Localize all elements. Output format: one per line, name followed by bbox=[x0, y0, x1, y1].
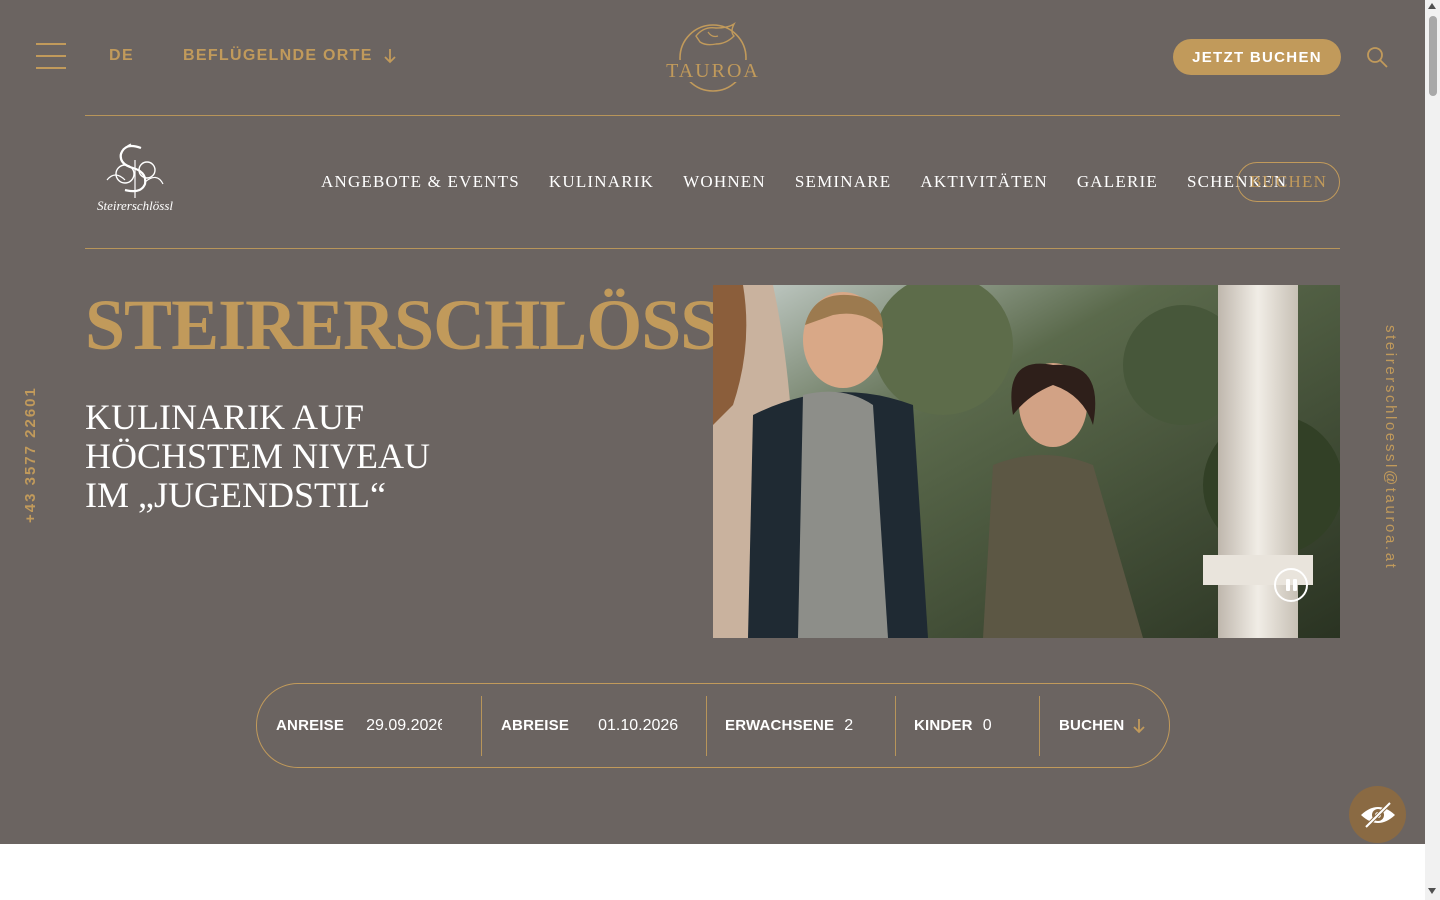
nav-item-wohnen[interactable]: WOHNEN bbox=[683, 172, 766, 192]
hotel-logo-text: Steirerschlössl bbox=[96, 198, 174, 213]
subtitle-line: IM „JUGENDSTIL“ bbox=[85, 475, 386, 515]
children-input[interactable]: 0 bbox=[983, 717, 992, 735]
scrollbar[interactable] bbox=[1425, 0, 1440, 900]
nav-item-angebote[interactable]: ANGEBOTE & EVENTS bbox=[321, 172, 520, 192]
field-divider bbox=[706, 696, 707, 756]
phone-link[interactable]: +43 3577 22601 bbox=[22, 386, 39, 523]
arrival-label: ANREISE bbox=[276, 717, 345, 734]
search-icon[interactable] bbox=[1365, 45, 1389, 69]
nav-item-seminare[interactable]: SEMINARE bbox=[795, 172, 892, 192]
places-dropdown[interactable]: BEFLÜGELNDE ORTE bbox=[183, 47, 397, 65]
video-frame-illustration bbox=[713, 285, 1340, 638]
adults-label: ERWACHSENE bbox=[725, 717, 835, 734]
field-divider bbox=[895, 696, 896, 756]
email-link[interactable]: steirerschloessl@tauroa.at bbox=[1382, 325, 1399, 570]
departure-field[interactable]: ABREISE 01.10.2026 bbox=[501, 684, 678, 767]
booking-submit-button[interactable]: BUCHEN bbox=[1059, 684, 1146, 767]
hero-section: DE BEFLÜGELNDE ORTE TAUROA JETZT BUCHEN bbox=[0, 0, 1425, 844]
adults-field[interactable]: ERWACHSENE 2 bbox=[725, 684, 853, 767]
adults-input[interactable]: 2 bbox=[844, 717, 853, 735]
divider-top bbox=[85, 115, 1340, 116]
bull-logo-icon bbox=[660, 21, 766, 92]
divider-bottom bbox=[85, 248, 1340, 249]
subtitle-line: KULINARIK AUF bbox=[85, 397, 364, 437]
pause-icon[interactable] bbox=[1274, 568, 1308, 602]
accessibility-button[interactable] bbox=[1349, 786, 1406, 843]
arrival-field[interactable]: ANREISE 29.09.2026 bbox=[276, 684, 442, 767]
nav-item-aktivitaeten[interactable]: AKTIVITÄTEN bbox=[920, 172, 1047, 192]
scroll-up-icon[interactable] bbox=[1428, 3, 1436, 9]
scroll-down-icon[interactable] bbox=[1428, 888, 1436, 894]
hero-subtitle: KULINARIK AUF HÖCHSTEM NIVEAU IM „JUGEND… bbox=[85, 398, 430, 515]
booking-widget: ANREISE 29.09.2026 ABREISE 01.10.2026 ER… bbox=[256, 683, 1170, 768]
children-field[interactable]: KINDER 0 bbox=[914, 684, 992, 767]
field-divider bbox=[481, 696, 482, 756]
book-now-button[interactable]: JETZT BUCHEN bbox=[1173, 39, 1341, 75]
brand-name: TAUROA bbox=[666, 60, 760, 82]
hamburger-icon[interactable] bbox=[36, 43, 66, 69]
departure-label: ABREISE bbox=[501, 717, 570, 734]
hero-video[interactable] bbox=[713, 285, 1340, 638]
nav-book-button[interactable]: BUCHEN bbox=[1237, 162, 1340, 202]
arrow-down-icon bbox=[1133, 718, 1146, 733]
language-switch[interactable]: DE bbox=[109, 47, 134, 65]
children-label: KINDER bbox=[914, 717, 973, 734]
hotel-nav: ANGEBOTE & EVENTS KULINARIK WOHNEN SEMIN… bbox=[321, 172, 1316, 192]
departure-input[interactable]: 01.10.2026 bbox=[598, 717, 678, 735]
nav-item-galerie[interactable]: GALERIE bbox=[1077, 172, 1158, 192]
hotel-monogram-icon bbox=[106, 143, 164, 198]
nav-item-kulinarik[interactable]: KULINARIK bbox=[549, 172, 654, 192]
hotel-logo[interactable]: Steirerschlössl bbox=[85, 140, 185, 220]
field-divider bbox=[1039, 696, 1040, 756]
arrow-down-icon bbox=[384, 49, 396, 64]
booking-submit-label: BUCHEN bbox=[1059, 717, 1125, 734]
brand-logo[interactable]: TAUROA bbox=[660, 18, 766, 96]
subtitle-line: HÖCHSTEM NIVEAU bbox=[85, 436, 430, 476]
page-title: STEIRERSCHLÖSSL bbox=[85, 285, 767, 365]
arrival-input[interactable]: 29.09.2026 bbox=[366, 717, 442, 735]
eye-slash-icon bbox=[1360, 801, 1395, 828]
scroll-thumb[interactable] bbox=[1429, 16, 1437, 96]
places-label: BEFLÜGELNDE ORTE bbox=[183, 47, 373, 64]
